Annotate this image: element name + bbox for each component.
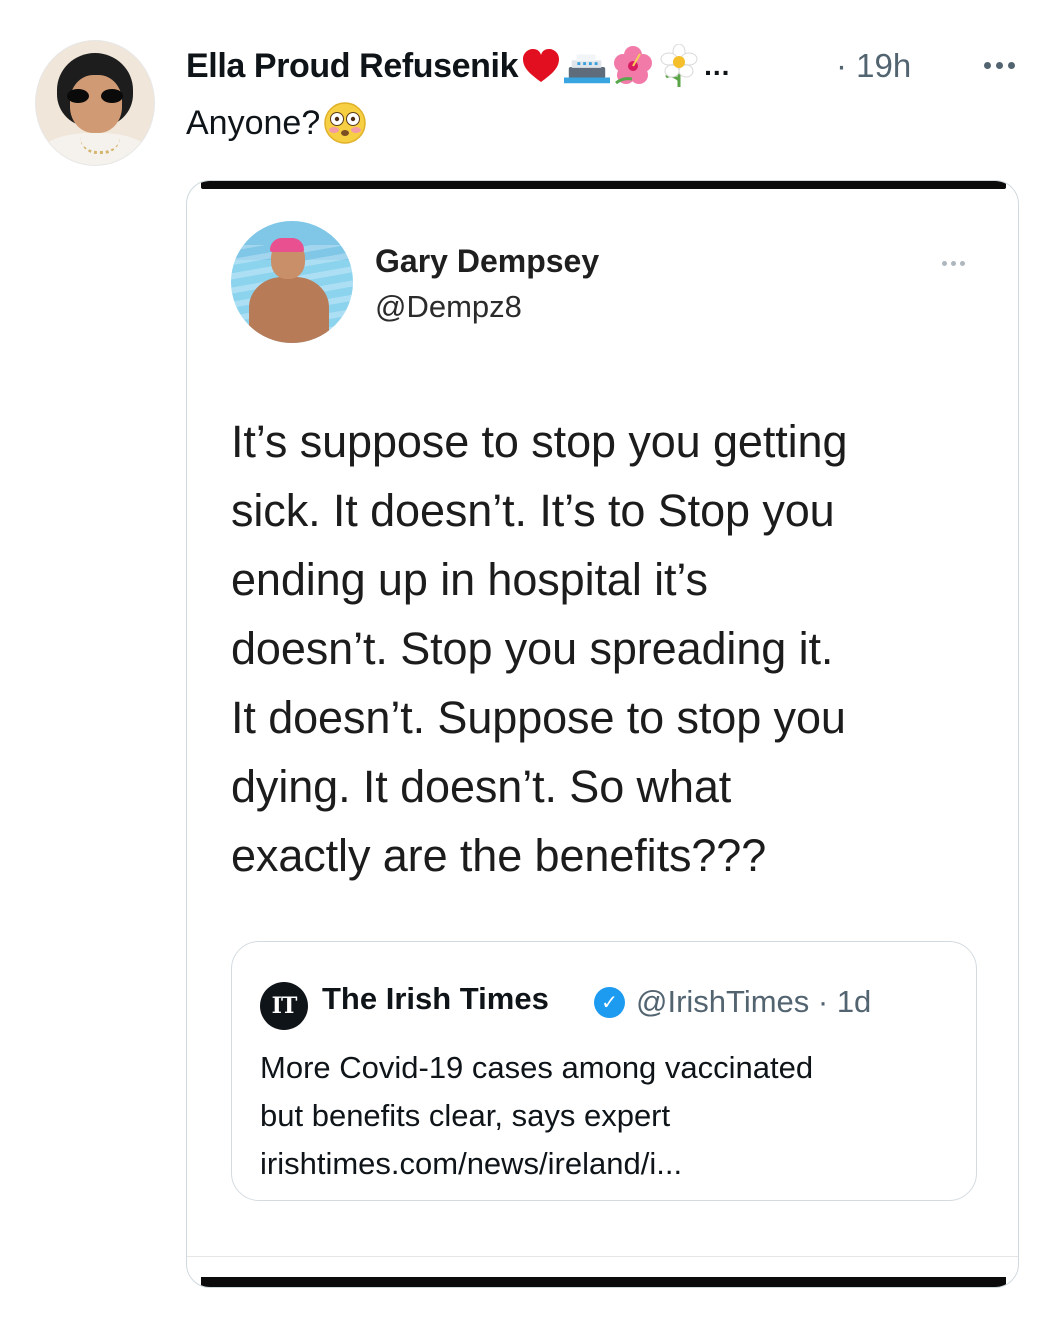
image-top-crop-bar [201,181,1006,189]
image-bottom-crop-bar [201,1277,1006,1287]
hibiscus-emoji-icon [610,44,656,88]
quoted-text-line: but benefits clear, says expert [260,1098,671,1133]
verified-badge-icon: ✓ [594,987,625,1018]
flushed-face-emoji-icon [320,100,370,146]
inner-tweet-avatar [231,221,353,343]
inner-more-dot [941,260,947,266]
quoted-author-name: The Irish Times [322,981,549,1016]
tweet-text-body: Anyone? [186,103,321,142]
author-avatar[interactable] [35,40,155,166]
inner-tweet-line: dying. It doesn’t. So what [231,761,732,812]
heart-emoji-icon [518,44,564,88]
inner-tweet-line: exactly are the benefits??? [231,830,767,881]
tweet-header: Ella Proud Refusenik ... [186,44,730,88]
more-dot [983,61,991,69]
quoted-text-line: More Covid-19 cases among vaccinated [260,1050,814,1085]
inner-tweet-line: doesn’t. Stop you spreading it. [231,623,834,674]
blossom-emoji-icon [656,44,702,88]
inner-tweet-line: ending up in hospital it’s [231,554,708,605]
inner-more-dot [950,260,956,266]
inner-tweet-line: sick. It doesn’t. It’s to Stop you [231,485,835,536]
quoted-tweet-text: More Covid-19 cases among vaccinated but… [260,1044,950,1188]
attached-screenshot-image[interactable]: Gary Dempsey @Dempz8 It’s suppose to sto… [186,180,1019,1288]
inner-tweet-body: It’s suppose to stop you getting sick. I… [231,407,981,890]
inner-tweet-line: It’s suppose to stop you getting [231,416,848,467]
avatar-torso [249,277,329,343]
quoted-author-meta: @IrishTimes · 1d [636,984,872,1019]
more-dot [1007,61,1015,69]
more-dot [995,61,1003,69]
avatar-sunglasses [67,89,123,103]
inner-author-handle: @Dempz8 [375,289,522,324]
name-overflow-ellipsis: ... [704,50,731,81]
avatar-face [70,75,122,133]
inner-tweet-divider [187,1256,1018,1257]
inner-more-icon [933,257,973,269]
inner-more-dot [959,260,965,266]
author-display-name[interactable]: Ella Proud Refusenik [186,47,518,86]
avatar-pink-cap [270,238,304,252]
quoted-link-line: irishtimes.com/news/ireland/i... [260,1146,683,1181]
irish-times-logo: IT [260,982,308,1030]
ship-emoji-icon [564,44,611,88]
tweet-text: Anyone? [186,100,370,146]
inner-tweet-line: It doesn’t. Suppose to stop you [231,692,846,743]
quoted-tweet-card: IT The Irish Times ✓ @IrishTimes · 1d Mo… [231,941,977,1201]
tweet-timestamp[interactable]: · 19h [836,44,911,88]
inner-author-name: Gary Dempsey [375,243,600,279]
more-icon[interactable] [976,50,1022,80]
